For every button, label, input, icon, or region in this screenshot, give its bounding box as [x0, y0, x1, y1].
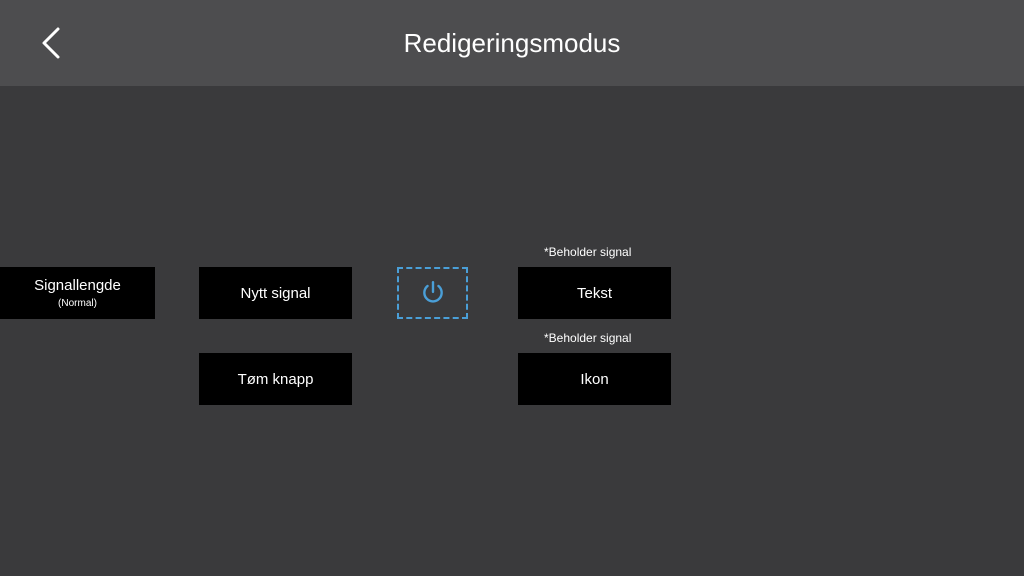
content-area: Signallengde (Normal) Nytt signal Tøm kn…	[0, 86, 1024, 576]
text-label: Tekst	[577, 285, 612, 302]
text-button[interactable]: Tekst	[518, 267, 671, 319]
caption-text-keep-signal-2: *Beholder signal	[544, 331, 631, 345]
page-title: Redigeringsmodus	[404, 28, 621, 59]
icon-button[interactable]: Ikon	[518, 353, 671, 405]
signal-length-label: Signallengde	[34, 277, 121, 294]
new-signal-label: Nytt signal	[240, 285, 310, 302]
icon-label: Ikon	[580, 371, 608, 388]
clear-label: Tøm knapp	[238, 371, 314, 388]
preview-slot[interactable]	[397, 267, 468, 319]
header-bar: Redigeringsmodus	[0, 0, 1024, 86]
new-signal-button[interactable]: Nytt signal	[199, 267, 352, 319]
chevron-left-icon	[40, 25, 62, 61]
clear-button[interactable]: Tøm knapp	[199, 353, 352, 405]
back-button[interactable]	[40, 25, 62, 61]
caption-text-keep-signal-1: *Beholder signal	[544, 245, 631, 259]
signal-length-sub: (Normal)	[58, 298, 97, 309]
signal-length-button[interactable]: Signallengde (Normal)	[0, 267, 155, 319]
power-icon	[420, 280, 446, 306]
